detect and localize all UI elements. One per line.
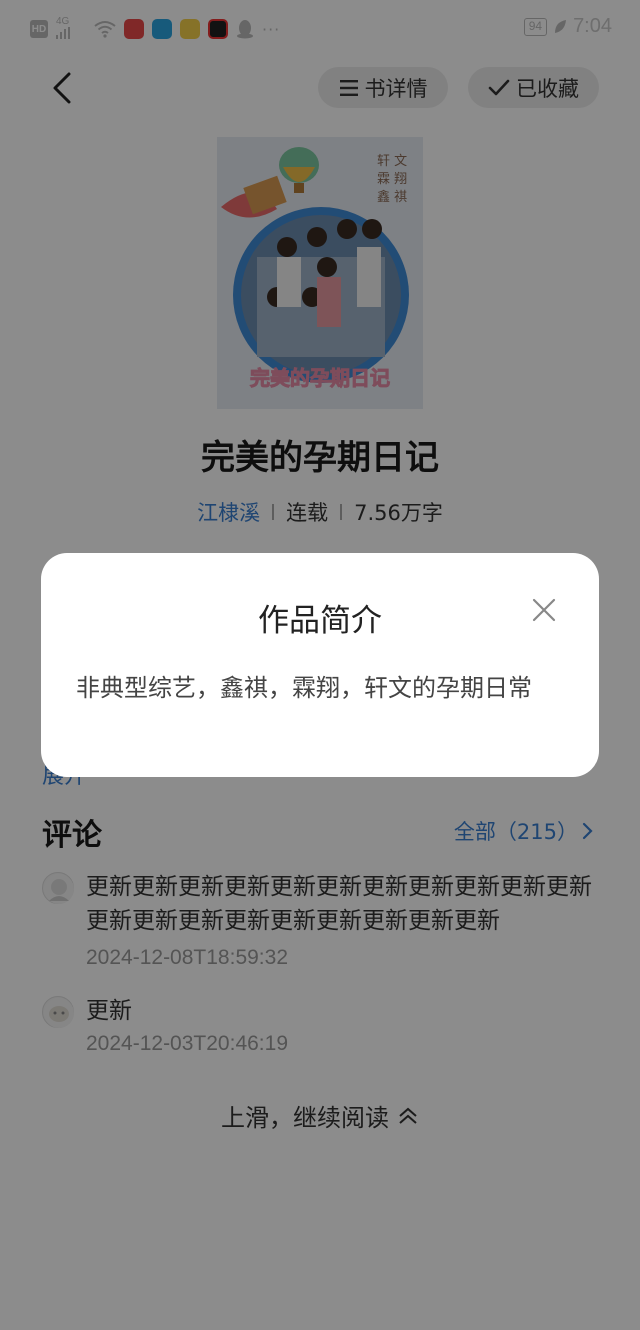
synopsis-dialog: 作品简介 非典型综艺，鑫祺，霖翔，轩文的孕期日常 xyxy=(41,553,599,777)
synopsis-text: 非典型综艺，鑫祺，霖翔，轩文的孕期日常 xyxy=(76,674,532,702)
close-icon xyxy=(532,598,556,622)
dialog-title: 作品简介 xyxy=(258,603,382,639)
close-button[interactable] xyxy=(527,593,561,627)
